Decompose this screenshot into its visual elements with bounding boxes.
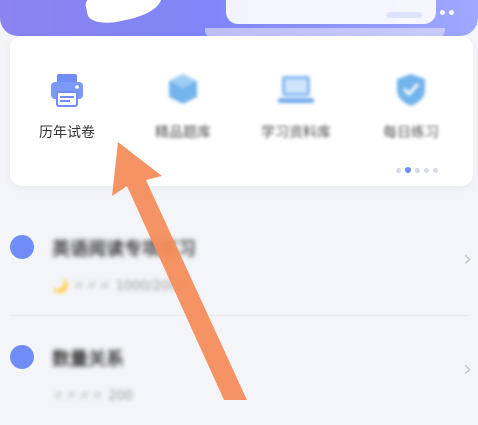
list-item[interactable]: 数量关系 〃〃〃〃 200 ›	[0, 325, 478, 425]
chevron-right-icon: ›	[463, 247, 472, 272]
list-item-title: 数量关系	[52, 349, 124, 370]
banner-logo-shape	[83, 0, 165, 28]
printer-icon	[47, 70, 87, 110]
pager-dot	[415, 167, 420, 173]
carousel-pager	[396, 167, 438, 173]
bullet-icon	[10, 235, 34, 259]
banner-more-icon[interactable]	[440, 10, 454, 15]
quick-action-question-bank[interactable]: 精品题库	[127, 70, 239, 142]
list-item-meta: 🌙 〃〃〃 1000/2000	[52, 275, 186, 294]
laptop-icon	[276, 70, 316, 110]
banner-placeholder-bar	[386, 12, 422, 18]
list-item-meta-text: 〃〃〃 1000/2000	[72, 279, 187, 294]
banner-shadow	[205, 28, 445, 36]
top-banner[interactable]	[0, 0, 478, 36]
quick-action-materials[interactable]: 学习资料库	[240, 70, 352, 142]
list-item-title: 英语阅读专项练习	[52, 239, 196, 260]
quick-action-label: 每日练习	[383, 125, 439, 141]
bullet-icon	[10, 345, 34, 369]
quick-action-label: 历年试卷	[39, 125, 95, 141]
quick-action-past-papers[interactable]: 历年试卷	[11, 70, 123, 142]
shield-icon	[391, 70, 431, 110]
moon-icon: 🌙	[52, 279, 69, 294]
list-item[interactable]: 英语阅读专项练习 🌙 〃〃〃 1000/2000 ›	[0, 215, 478, 315]
quick-action-label: 精品题库	[155, 125, 211, 141]
pager-dot	[424, 167, 429, 173]
list-item-meta-text: 〃〃〃〃 200	[52, 389, 133, 404]
quick-action-label: 学习资料库	[261, 125, 331, 141]
chevron-right-icon: ›	[463, 357, 472, 382]
quick-actions-card: 历年试卷 精品题库 学习资料库 每日练习	[10, 36, 473, 186]
pager-dot	[396, 167, 401, 173]
pager-dot	[433, 167, 438, 173]
pager-dot-active	[405, 167, 411, 173]
box-icon	[163, 70, 203, 110]
quick-action-daily-practice[interactable]: 每日练习	[355, 70, 467, 142]
divider	[10, 315, 468, 316]
list-item-meta: 〃〃〃〃 200	[52, 385, 133, 404]
